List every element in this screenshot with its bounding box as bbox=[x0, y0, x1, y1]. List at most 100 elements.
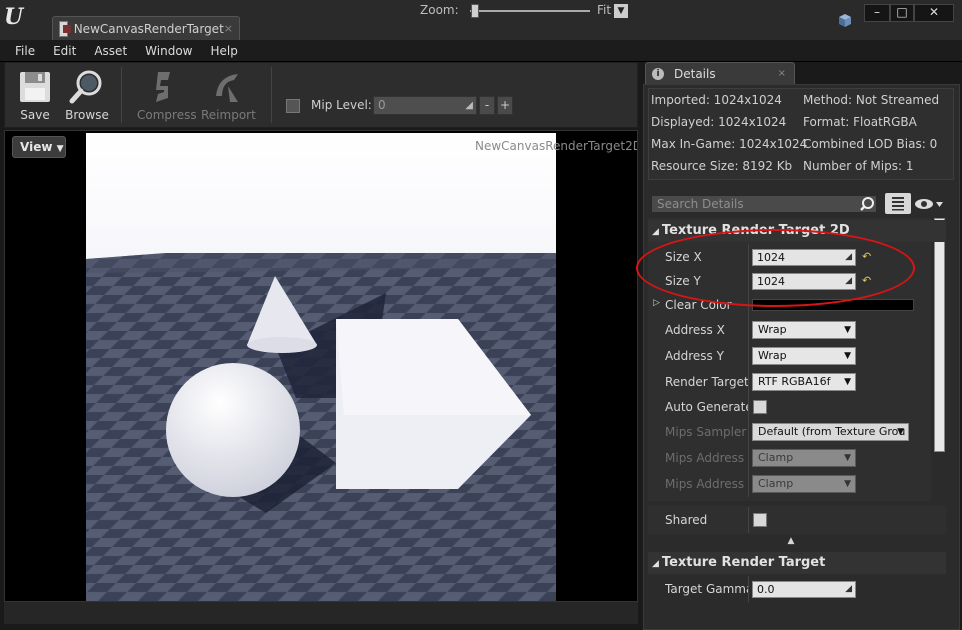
size-x-value: 1024 bbox=[757, 251, 785, 264]
info-resource-size: Resource Size: 8192 Kb bbox=[651, 159, 793, 173]
reimport-button[interactable]: Reimport bbox=[201, 66, 256, 124]
save-label: Save bbox=[20, 108, 50, 122]
reimport-label: Reimport bbox=[201, 108, 256, 122]
toolbar-separator bbox=[121, 67, 122, 123]
details-tab[interactable]: i Details × bbox=[645, 62, 795, 84]
zoom-slider-thumb[interactable] bbox=[471, 4, 479, 18]
minimize-button[interactable]: – bbox=[864, 4, 890, 22]
asset-name-overlay: NewCanvasRenderTarget2D bbox=[475, 139, 638, 153]
mips-sampler-filter-dropdown[interactable]: Default (from Texture Grou ▼ bbox=[752, 423, 909, 441]
size-y-field[interactable]: 1024 ◢ bbox=[752, 273, 856, 290]
address-x-dropdown[interactable]: Wrap ▼ bbox=[752, 321, 856, 339]
chevron-down-icon: ▼ bbox=[844, 453, 851, 463]
mips-address-v-value: Clamp bbox=[758, 477, 794, 490]
target-gamma-label: Target Gamma bbox=[665, 582, 748, 596]
size-x-field[interactable]: 1024 ◢ bbox=[752, 249, 856, 266]
zoom-slider-track[interactable] bbox=[470, 10, 590, 12]
maximize-button[interactable]: □ bbox=[890, 4, 914, 22]
close-icon[interactable]: × bbox=[224, 22, 233, 35]
category-texture-render-target[interactable]: ◢ Texture Render Target bbox=[648, 552, 946, 574]
mip-level-field[interactable]: 0 ◢ bbox=[373, 96, 477, 115]
reset-to-default-icon[interactable]: ↶ bbox=[862, 251, 874, 263]
target-gamma-field[interactable]: 0.0 ◢ bbox=[752, 581, 856, 598]
mips-address-v-dropdown[interactable]: Clamp ▼ bbox=[752, 475, 856, 493]
info-displayed: Displayed: 1024x1024 bbox=[651, 115, 787, 129]
menu-bar: File Edit Asset Window Help bbox=[0, 40, 962, 62]
info-num-mips: Number of Mips: 1 bbox=[803, 159, 914, 173]
toolbar-separator bbox=[271, 67, 272, 123]
fit-dropdown-button[interactable]: ▼ bbox=[614, 4, 628, 18]
category-texture-render-target-2d[interactable]: ◢ Texture Render Target 2D bbox=[648, 220, 946, 242]
mips-address-u-dropdown[interactable]: Clamp ▼ bbox=[752, 449, 856, 467]
size-y-label: Size Y bbox=[665, 274, 701, 288]
mip-level-value: 0 bbox=[378, 98, 386, 112]
column-divider bbox=[748, 445, 749, 471]
info-method: Method: Not Streamed bbox=[803, 93, 940, 107]
expand-arrow-icon[interactable]: ▷ bbox=[653, 298, 660, 308]
property-matrix-icon[interactable] bbox=[885, 193, 911, 214]
info-lod-bias: Combined LOD Bias: 0 bbox=[803, 137, 938, 151]
save-button[interactable]: Save bbox=[9, 66, 61, 124]
compress-label: Compress bbox=[137, 108, 197, 122]
mips-sampler-filter-value: Default (from Texture Grou bbox=[758, 425, 906, 438]
address-y-dropdown[interactable]: Wrap ▼ bbox=[752, 347, 856, 365]
document-tab-label: NewCanvasRenderTarget bbox=[73, 21, 224, 36]
menu-asset[interactable]: Asset bbox=[94, 44, 127, 58]
chevron-down-icon: ▼ bbox=[844, 377, 851, 387]
menu-help[interactable]: Help bbox=[210, 44, 237, 58]
column-divider bbox=[748, 507, 749, 533]
address-x-label: Address X bbox=[665, 323, 725, 337]
column-divider bbox=[748, 268, 749, 294]
column-divider bbox=[748, 244, 749, 270]
shared-checkbox[interactable] bbox=[753, 513, 767, 527]
document-tab[interactable]: NewCanvasRenderTarget × bbox=[52, 16, 240, 40]
address-x-value: Wrap bbox=[758, 323, 787, 336]
collapse-triangle-icon: ◢ bbox=[652, 227, 659, 237]
address-y-label: Address Y bbox=[665, 349, 724, 363]
column-divider bbox=[748, 576, 749, 602]
browse-button[interactable]: Browse bbox=[61, 66, 113, 124]
scrollbar[interactable] bbox=[934, 218, 945, 452]
mip-minus-button[interactable]: - bbox=[479, 96, 495, 115]
reset-to-default-icon[interactable]: ↶ bbox=[862, 275, 874, 287]
close-icon[interactable]: × bbox=[778, 68, 786, 79]
mips-address-u-value: Clamp bbox=[758, 451, 794, 464]
column-divider bbox=[748, 394, 749, 420]
details-tab-label: Details bbox=[674, 66, 716, 81]
advanced-toggle-icon[interactable]: ▲ bbox=[785, 536, 797, 546]
size-y-value: 1024 bbox=[757, 275, 785, 288]
render-target-format-dropdown[interactable]: RTF RGBA16f ▼ bbox=[752, 373, 856, 391]
close-window-button[interactable]: ✕ bbox=[914, 4, 954, 22]
browse-label: Browse bbox=[65, 108, 109, 122]
column-divider bbox=[748, 369, 749, 395]
unreal-logo-icon[interactable]: U bbox=[4, 4, 32, 32]
auto-generate-mips-label: Auto Generate M bbox=[665, 400, 748, 414]
menu-window[interactable]: Window bbox=[145, 44, 192, 58]
address-y-value: Wrap bbox=[758, 349, 787, 362]
menu-edit[interactable]: Edit bbox=[53, 44, 76, 58]
reimport-icon bbox=[216, 74, 238, 102]
mip-level-checkbox[interactable] bbox=[286, 99, 300, 113]
content-browser-icon[interactable] bbox=[836, 12, 854, 28]
auto-generate-mips-checkbox[interactable] bbox=[753, 400, 767, 414]
view-menu-button[interactable]: View ▼ bbox=[12, 136, 66, 158]
drag-handle-icon: ◢ bbox=[845, 252, 852, 262]
search-details-input[interactable]: Search Details bbox=[651, 195, 877, 213]
mip-plus-button[interactable]: + bbox=[497, 96, 513, 115]
column-divider bbox=[748, 419, 749, 445]
search-icon[interactable] bbox=[859, 196, 875, 212]
render-target-preview bbox=[86, 133, 556, 601]
compress-icon bbox=[156, 72, 170, 102]
zoom-label: Zoom: bbox=[420, 3, 459, 17]
menu-file[interactable]: File bbox=[15, 44, 35, 58]
mip-level-label: Mip Level: bbox=[311, 98, 372, 112]
chevron-down-icon: ▼ bbox=[56, 144, 64, 154]
column-divider bbox=[748, 471, 749, 497]
info-format: Format: FloatRGBA bbox=[803, 115, 917, 129]
clear-color-swatch[interactable] bbox=[752, 299, 914, 311]
chevron-down-icon: ▼ bbox=[844, 479, 851, 489]
mips-address-u-label: Mips Address U bbox=[665, 451, 748, 465]
eye-icon[interactable] bbox=[914, 196, 944, 212]
compress-button[interactable]: Compress bbox=[137, 66, 197, 124]
texture-viewport[interactable]: View ▼ NewCanvasRenderTarget2D bbox=[4, 130, 638, 602]
